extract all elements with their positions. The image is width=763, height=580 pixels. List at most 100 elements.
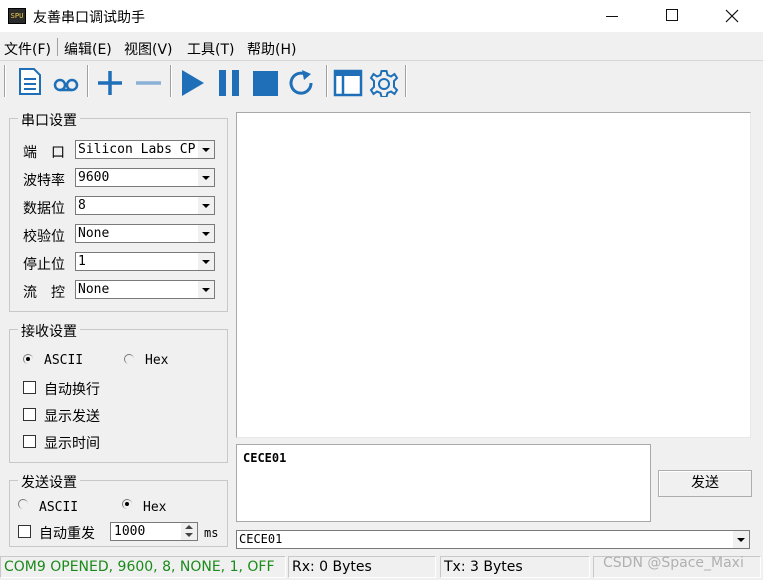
menu-file[interactable]: 文件(F): [4, 39, 51, 59]
menu-edit[interactable]: 编辑(E): [64, 39, 112, 59]
auto-wrap-label: 自动换行: [44, 382, 100, 398]
port-status: COM9 OPENED, 9600, 8, NONE, 1, OFF: [0, 556, 286, 578]
spin-up-icon[interactable]: [185, 525, 193, 529]
remove-icon: [136, 81, 161, 85]
flow-control-select[interactable]: None: [75, 280, 215, 299]
stopbits-label: 停止位: [23, 257, 65, 273]
record-button[interactable]: [51, 65, 81, 97]
settings-button[interactable]: [369, 65, 399, 98]
play-icon: [182, 70, 204, 96]
toolbar: [0, 60, 763, 100]
chevron-down-icon: [198, 281, 214, 298]
serial-settings-title: 串口设置: [18, 110, 80, 130]
show-sent-checkbox[interactable]: [23, 408, 36, 421]
menu-divider: [57, 38, 58, 56]
databits-select[interactable]: 8: [75, 196, 215, 215]
send-button[interactable]: 发送: [658, 470, 752, 497]
send-ascii-radio[interactable]: [18, 499, 28, 509]
resend-interval-stepper[interactable]: 1000: [110, 522, 198, 541]
parity-label: 校验位: [23, 229, 65, 245]
menu-bar: 文件(F) 编辑(E) 视图(V) 工具(T) 帮助(H): [0, 35, 763, 59]
maximize-icon: [666, 9, 678, 21]
resend-interval-value: 1000: [114, 524, 146, 539]
radio-ring: [124, 354, 134, 364]
send-hex-label: Hex: [143, 500, 167, 515]
chevron-down-icon: [198, 141, 214, 158]
stopbits-value: 1: [78, 254, 86, 269]
port-value: Silicon Labs CP: [78, 142, 196, 157]
window-icon: [333, 69, 363, 97]
menu-help[interactable]: 帮助(H): [247, 39, 296, 59]
window-title: 友善串口调试助手: [33, 10, 145, 26]
close-icon: [725, 9, 739, 23]
chevron-down-icon: [198, 169, 214, 186]
receive-settings-group: 接收设置 ASCII Hex 自动换行 显示发送 显示时间: [9, 321, 228, 463]
stop-button[interactable]: [251, 65, 281, 97]
menu-view[interactable]: 视图(V): [124, 39, 173, 59]
receive-hex-radio[interactable]: [124, 354, 134, 364]
app-icon: SPU: [8, 8, 26, 24]
radio-ring: [18, 499, 28, 509]
baud-select[interactable]: 9600: [75, 168, 215, 187]
port-label: 端 口: [23, 145, 65, 161]
parity-value: None: [78, 226, 110, 241]
add-icon: [98, 71, 122, 95]
pause-icon: [219, 70, 239, 96]
toolbar-divider: [4, 65, 6, 97]
stopbits-select[interactable]: 1: [75, 252, 215, 271]
tx-count: Tx: 3 Bytes: [440, 556, 590, 578]
send-input-text: CECE01: [243, 451, 287, 465]
new-file-icon: [19, 68, 41, 95]
close-button[interactable]: [709, 0, 755, 32]
title-bar: SPU 友善串口调试助手: [0, 0, 763, 32]
send-history-value: CECE01: [239, 532, 283, 546]
send-history-select[interactable]: CECE01: [236, 530, 750, 549]
show-sent-label: 显示发送: [44, 409, 100, 425]
settings-gear-icon: [369, 70, 399, 98]
watermark: CSDN @Space_Maxi: [603, 555, 744, 571]
remove-button[interactable]: [133, 65, 163, 97]
window-button[interactable]: [333, 65, 363, 97]
send-input[interactable]: CECE01: [236, 444, 651, 522]
refresh-button[interactable]: [287, 65, 317, 97]
menu-tools[interactable]: 工具(T): [187, 39, 234, 59]
minimize-icon: [606, 16, 618, 17]
auto-wrap-checkbox[interactable]: [23, 381, 36, 394]
add-button[interactable]: [95, 65, 125, 97]
baud-value: 9600: [78, 170, 110, 185]
toolbar-divider: [405, 65, 407, 97]
new-file-button[interactable]: [15, 65, 45, 97]
receive-textarea[interactable]: [236, 112, 751, 438]
spin-buttons[interactable]: [181, 523, 197, 540]
receive-settings-title: 接收设置: [18, 321, 80, 341]
receive-ascii-label: ASCII: [44, 353, 84, 368]
flow-control-value: None: [78, 282, 110, 297]
send-ascii-label: ASCII: [39, 500, 79, 515]
port-select[interactable]: Silicon Labs CP: [75, 140, 215, 159]
show-time-checkbox[interactable]: [23, 435, 36, 448]
send-hex-radio[interactable]: [122, 499, 132, 509]
play-button[interactable]: [177, 65, 207, 97]
refresh-icon: [289, 70, 313, 95]
maximize-button[interactable]: [649, 0, 695, 32]
rx-count: Rx: 0 Bytes: [288, 556, 436, 578]
flow-control-label: 流 控: [23, 285, 65, 301]
minimize-button[interactable]: [589, 0, 635, 32]
toolbar-divider: [87, 65, 89, 97]
record-icon: [53, 78, 79, 92]
show-time-label: 显示时间: [44, 436, 100, 452]
interval-unit: ms: [204, 526, 219, 540]
chevron-down-icon: [198, 197, 214, 214]
chevron-down-icon: [198, 225, 214, 242]
receive-ascii-radio[interactable]: [23, 354, 33, 364]
receive-hex-label: Hex: [145, 353, 169, 368]
radio-selected-dot: [125, 502, 129, 506]
spin-down-icon[interactable]: [185, 533, 193, 537]
baud-label: 波特率: [23, 173, 65, 189]
chevron-down-icon: [198, 253, 214, 270]
databits-value: 8: [78, 198, 86, 213]
pause-button[interactable]: [214, 65, 244, 97]
parity-select[interactable]: None: [75, 224, 215, 243]
toolbar-divider: [170, 65, 172, 97]
auto-resend-checkbox[interactable]: [18, 525, 31, 538]
